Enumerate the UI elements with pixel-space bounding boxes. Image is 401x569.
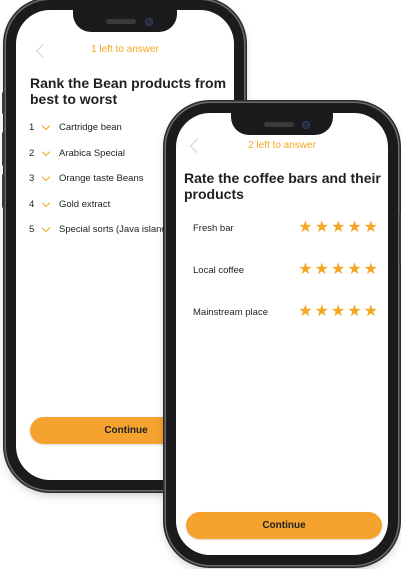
star-rating[interactable]: ★ ★ ★ ★ ★	[298, 220, 378, 236]
screen-rate: 2 left to answer Rate the coffee bars an…	[176, 113, 388, 555]
rank-item[interactable]: 5 Special sorts (Java island)	[29, 223, 170, 235]
rank-item-label: Orange taste Beans	[59, 173, 144, 184]
star-icon[interactable]: ★	[298, 304, 312, 320]
star-icon[interactable]: ★	[364, 262, 378, 278]
star-icon[interactable]: ★	[364, 220, 378, 236]
star-icon[interactable]: ★	[315, 262, 329, 278]
chevron-down-icon[interactable]	[41, 198, 51, 207]
star-icon[interactable]: ★	[331, 220, 345, 236]
star-icon[interactable]: ★	[315, 220, 329, 236]
rate-item: Fresh bar ★ ★ ★ ★ ★	[193, 220, 378, 236]
star-icon[interactable]: ★	[331, 262, 345, 278]
star-icon[interactable]: ★	[298, 262, 312, 278]
star-icon[interactable]: ★	[347, 220, 361, 236]
rate-item: Local coffee ★ ★ ★ ★ ★	[193, 262, 378, 278]
rank-number: 1	[29, 122, 35, 133]
star-icon[interactable]: ★	[364, 304, 378, 320]
rank-item-label: Arabica Special	[59, 147, 126, 159]
chevron-down-icon[interactable]	[41, 172, 51, 182]
notch	[231, 113, 333, 135]
speaker	[106, 19, 136, 24]
chevron-down-icon[interactable]	[41, 121, 51, 131]
rate-item-label: Fresh bar	[193, 222, 234, 234]
question-title: Rank the Bean products from best to wors…	[30, 75, 227, 107]
phone-volume-down-button	[2, 174, 5, 208]
speaker	[264, 122, 294, 127]
phone-frame-front: 2 left to answer Rate the coffee bars an…	[166, 103, 401, 565]
rank-item-label: Cartridge bean	[59, 122, 122, 133]
chevron-down-icon[interactable]	[41, 147, 51, 156]
phone-volume-up-button	[2, 132, 5, 166]
notch	[73, 10, 177, 32]
star-icon[interactable]: ★	[331, 304, 345, 320]
progress-text: 1 left to answer	[91, 44, 159, 55]
rank-number: 2	[29, 147, 35, 159]
star-rating[interactable]: ★ ★ ★ ★ ★	[298, 304, 378, 320]
question-title: Rate the coffee bars and their products	[184, 170, 381, 202]
star-icon[interactable]: ★	[347, 262, 361, 278]
rank-number: 3	[29, 173, 35, 184]
rank-item[interactable]: 1 Cartridge bean	[29, 121, 122, 133]
rank-item[interactable]: 4 Gold extract	[29, 198, 111, 210]
front-camera	[145, 18, 153, 26]
front-camera	[302, 121, 310, 129]
rank-number: 5	[29, 224, 35, 235]
star-icon[interactable]: ★	[298, 220, 312, 236]
progress-text: 2 left to answer	[248, 140, 316, 151]
chevron-down-icon[interactable]	[41, 223, 51, 233]
rank-item-label: Special sorts (Java island)	[59, 224, 170, 235]
star-icon[interactable]: ★	[315, 304, 329, 320]
star-icon[interactable]: ★	[347, 304, 361, 320]
rank-item[interactable]: 2 Arabica Special	[29, 147, 126, 159]
star-rating[interactable]: ★ ★ ★ ★ ★	[298, 262, 378, 278]
continue-button[interactable]: Continue	[186, 512, 382, 539]
rank-item[interactable]: 3 Orange taste Beans	[29, 172, 144, 184]
rate-item-label: Local coffee	[193, 264, 245, 276]
rank-number: 4	[29, 198, 35, 210]
rate-item-label: Mainstream place	[193, 306, 268, 318]
phone-side-button	[2, 92, 5, 114]
rank-item-label: Gold extract	[59, 198, 111, 210]
rate-list: Fresh bar ★ ★ ★ ★ ★ Local coffee ★ ★ ★ ★ ★ Mainstrea…	[193, 220, 378, 330]
rate-item: Mainstream place ★ ★ ★ ★ ★	[193, 304, 378, 320]
